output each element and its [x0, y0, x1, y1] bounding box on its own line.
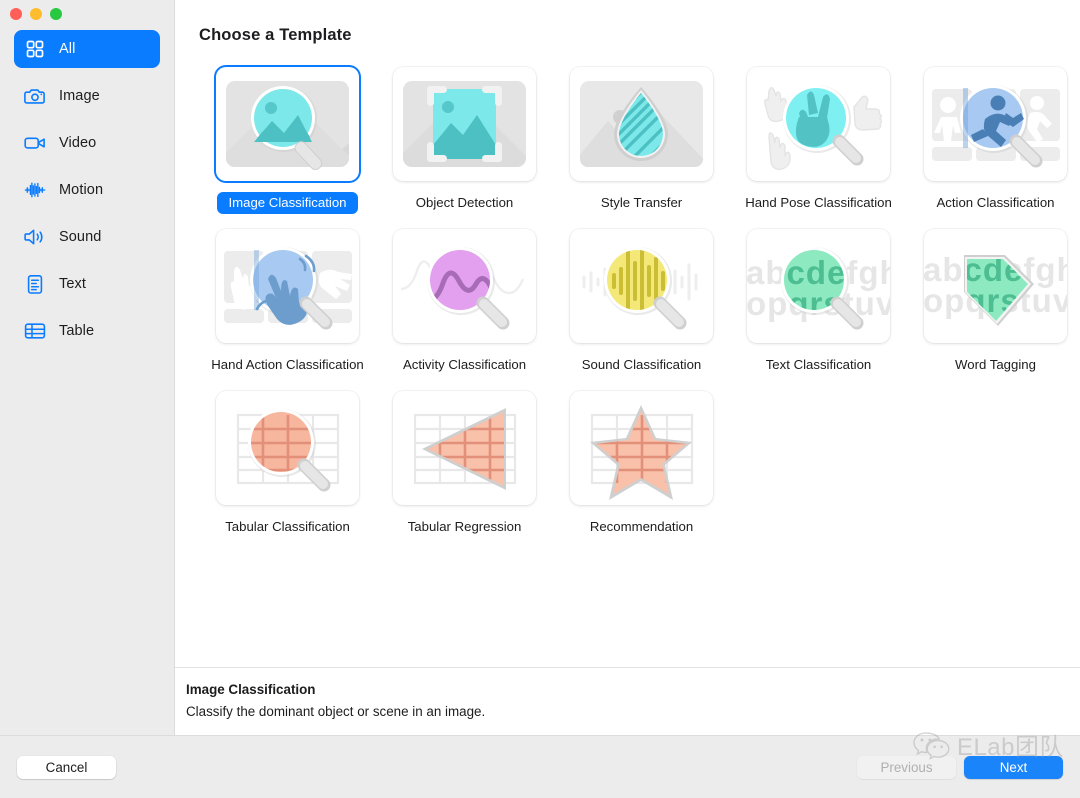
template-card-activity-classification[interactable]: Activity Classification	[376, 229, 553, 376]
footer-toolbar: Cancel Previous Next	[0, 735, 1080, 798]
sidebar-item-image[interactable]: Image	[14, 77, 160, 115]
page-title: Choose a Template	[199, 26, 352, 44]
template-card-label: Word Tagging	[955, 357, 1036, 372]
template-card-action-classification[interactable]: Action Classification	[907, 67, 1080, 214]
speaker-icon	[24, 226, 46, 248]
audio-magnifier-icon	[570, 229, 713, 343]
template-card-sound-classification[interactable]: Sound Classification	[553, 229, 730, 376]
runner-magnifier-icon	[924, 67, 1067, 181]
sidebar-item-label: Video	[59, 135, 97, 151]
template-card-image-classification[interactable]: Image Classification	[199, 67, 376, 214]
video-camera-icon	[24, 132, 46, 154]
sidebar-item-label: All	[59, 41, 76, 57]
template-card-label: Tabular Classification	[225, 519, 350, 534]
traffic-light-buttons	[10, 8, 62, 20]
template-card-label: Style Transfer	[600, 195, 683, 210]
template-card-label: Tabular Regression	[407, 519, 522, 534]
template-card-object-detection[interactable]: Object Detection	[376, 67, 553, 214]
sidebar-item-label: Motion	[59, 182, 104, 198]
sidebar-item-video[interactable]: Video	[14, 124, 160, 162]
template-card-label: Image Classification	[217, 192, 358, 214]
template-card-tabular-regression[interactable]: Tabular Regression	[376, 391, 553, 538]
template-card-label: Sound Classification	[581, 357, 702, 372]
sidebar-item-label: Table	[59, 323, 95, 339]
droplet-icon	[570, 67, 713, 181]
template-grid-scroll: Choose a Template Image Classification O…	[175, 0, 1080, 667]
template-card-hand-action-classification[interactable]: Hand Action Classification	[199, 229, 376, 376]
template-card-label: Activity Classification	[402, 357, 527, 372]
template-card-label: Action Classification	[936, 195, 1055, 210]
table-triangle-icon	[393, 391, 536, 505]
template-card-word-tagging[interactable]: abcdefghi opqrstuvw abcdefghi opqrstuvw	[907, 229, 1080, 376]
cancel-button[interactable]: Cancel	[17, 755, 116, 779]
image-brackets-icon	[393, 67, 536, 181]
sidebar-item-label: Text	[59, 276, 86, 292]
template-card-label: Recommendation	[589, 519, 694, 534]
tag-letters-icon: abcdefghi opqrstuvw abcdefghi opqrstuvw	[924, 229, 1067, 343]
waving-hand-magnifier-icon	[216, 229, 359, 343]
footer-right-actions: Previous Next	[857, 755, 1063, 779]
sidebar-item-label: Sound	[59, 229, 102, 245]
template-card-label: Hand Action Classification	[211, 357, 364, 372]
table-star-icon	[570, 391, 713, 505]
wave-magnifier-icon	[393, 229, 536, 343]
sidebar-item-table[interactable]: Table	[14, 312, 160, 350]
template-card-style-transfer[interactable]: Style Transfer	[553, 67, 730, 214]
close-button[interactable]	[10, 8, 22, 20]
sidebar-list: All Image Video Motion Sound Text Table	[0, 30, 174, 350]
waveform-icon	[24, 179, 46, 201]
description-title: Image Classification	[186, 682, 316, 697]
zoom-button[interactable]	[50, 8, 62, 20]
sidebar-item-all[interactable]: All	[14, 30, 160, 68]
main-content: Choose a Template Image Classification O…	[175, 0, 1080, 735]
description-text: Classify the dominant object or scene in…	[186, 704, 486, 719]
template-card-hand-pose-classification[interactable]: Hand Pose Classification	[730, 67, 907, 214]
document-icon	[24, 273, 46, 295]
sidebar-item-label: Image	[59, 88, 100, 104]
sidebar: All Image Video Motion Sound Text Table	[0, 0, 175, 735]
template-grid: Image Classification Object Detection St…	[199, 67, 1067, 538]
template-card-text-classification[interactable]: abcdefghi opqrstuvw abcdefghi opqrstuvw	[730, 229, 907, 376]
table-magnifier-icon	[216, 391, 359, 505]
hand-peace-magnifier-icon	[747, 67, 890, 181]
sidebar-item-motion[interactable]: Motion	[14, 171, 160, 209]
template-card-label: Text Classification	[765, 357, 872, 372]
window-body: All Image Video Motion Sound Text Table …	[0, 0, 1080, 735]
previous-button[interactable]: Previous	[857, 755, 956, 779]
grid-icon	[24, 38, 46, 60]
image-magnifier-icon	[216, 67, 359, 181]
sidebar-item-sound[interactable]: Sound	[14, 218, 160, 256]
camera-icon	[24, 85, 46, 107]
template-card-label: Hand Pose Classification	[745, 195, 892, 210]
template-card-recommendation[interactable]: Recommendation	[553, 391, 730, 538]
template-card-tabular-classification[interactable]: Tabular Classification	[199, 391, 376, 538]
template-description-panel: Image Classification Classify the domina…	[175, 667, 1080, 735]
template-card-label: Object Detection	[415, 195, 514, 210]
sidebar-item-text[interactable]: Text	[14, 265, 160, 303]
next-button[interactable]: Next	[964, 755, 1063, 779]
template-chooser-window: All Image Video Motion Sound Text Table …	[0, 0, 1080, 798]
minimize-button[interactable]	[30, 8, 42, 20]
letters-magnifier-icon: abcdefghi opqrstuvw abcdefghi opqrstuvw	[747, 229, 890, 343]
table-icon	[24, 320, 46, 342]
